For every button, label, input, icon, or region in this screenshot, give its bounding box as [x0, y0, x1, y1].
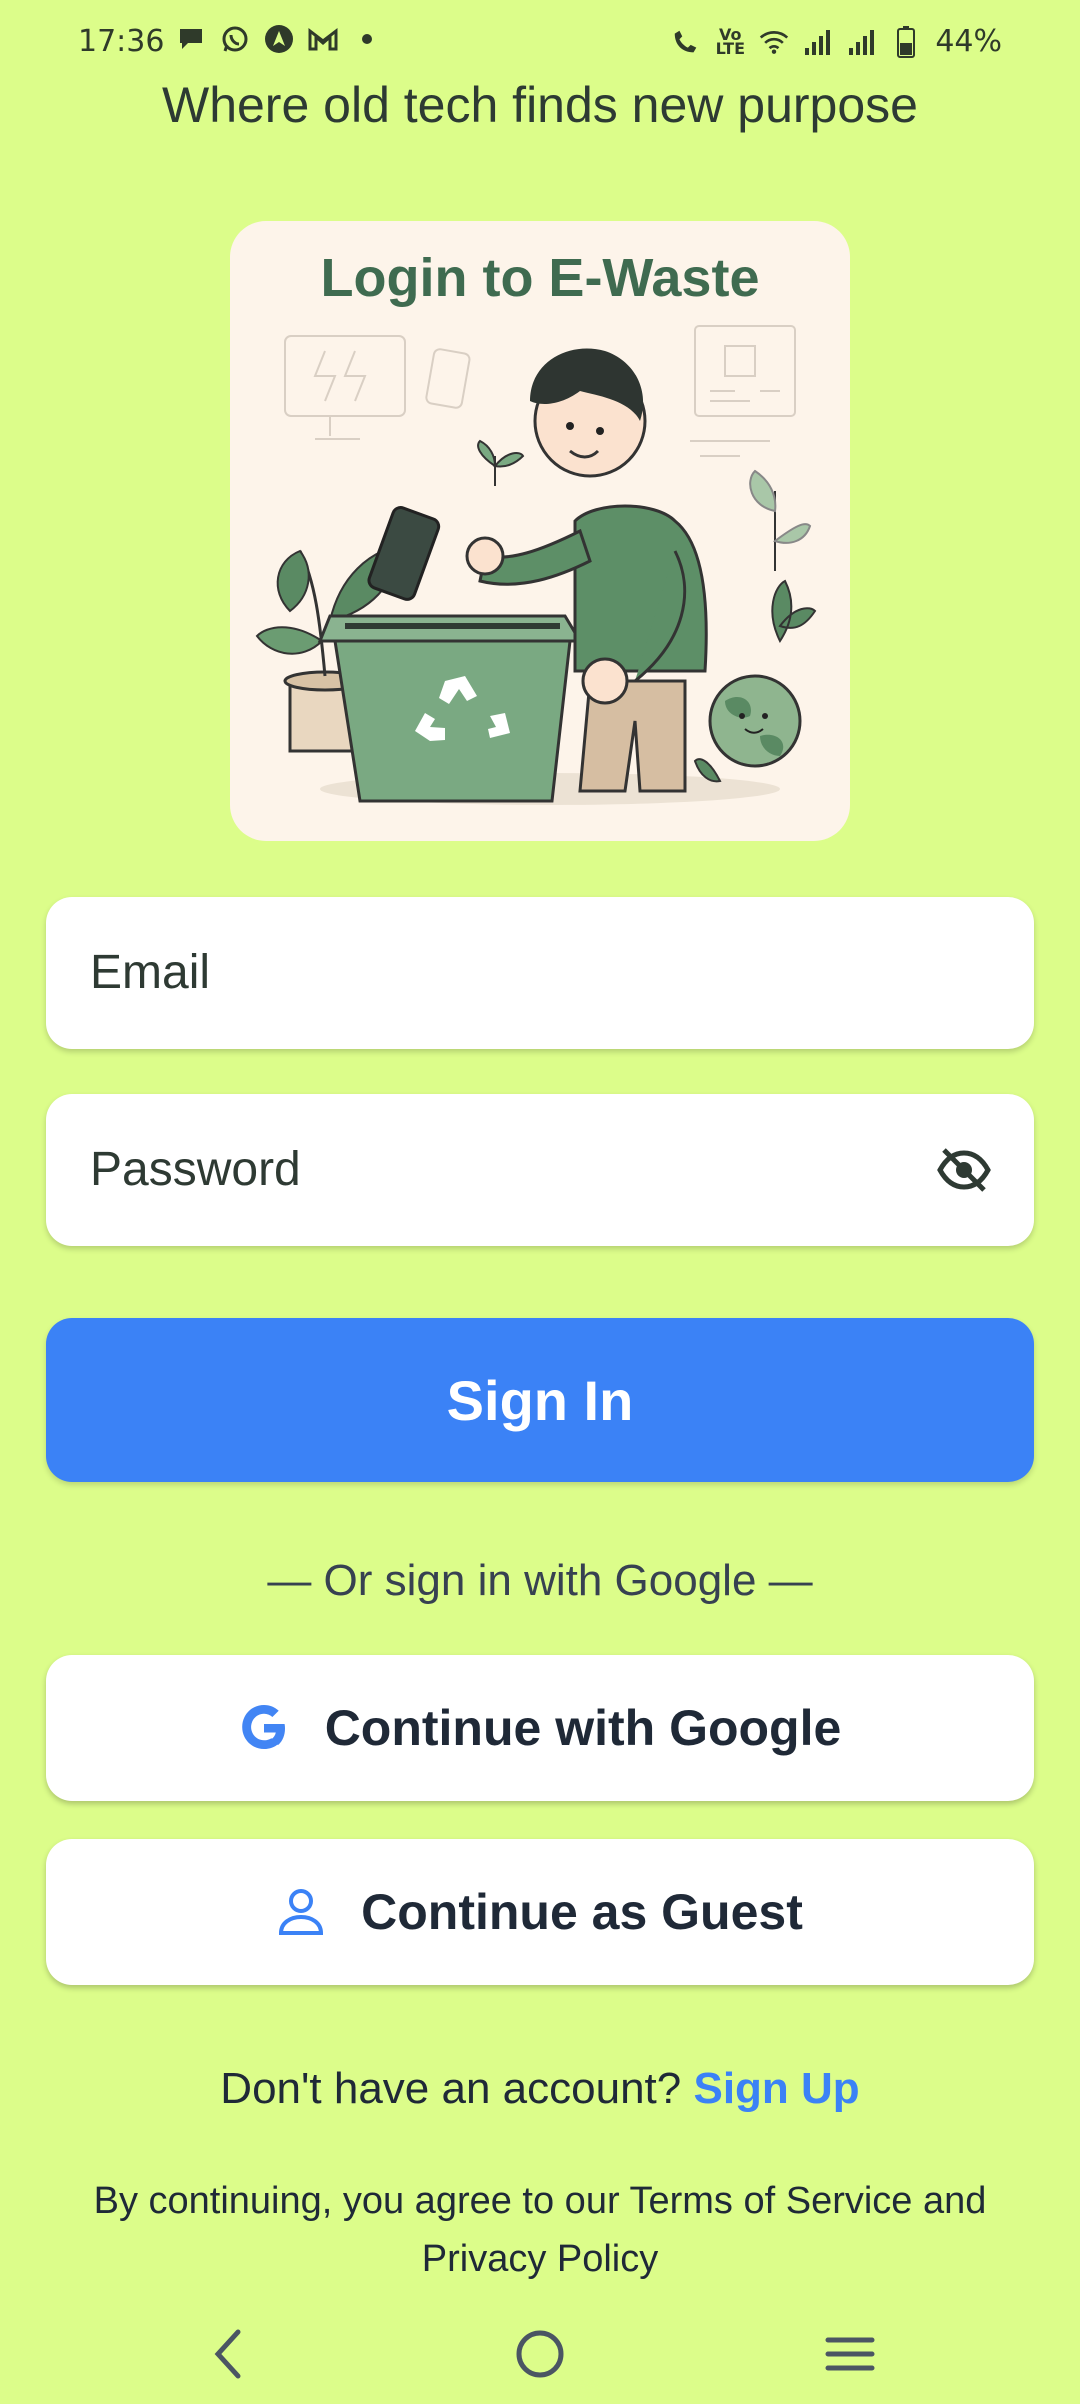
status-bar: 17:36 Vo LTE 44% — [0, 0, 1080, 86]
email-input[interactable] — [90, 897, 910, 1047]
hero-title: Login to E-Waste — [320, 248, 760, 308]
wifi-calling-icon — [671, 27, 701, 57]
sign-in-button[interactable]: Sign In — [46, 1318, 1034, 1482]
google-divider-text: — Or sign in with Google — — [267, 1556, 813, 1605]
tagline: Where old tech finds new purpose — [162, 77, 918, 133]
sign-up-link[interactable]: Sign Up — [693, 2064, 859, 2113]
volte-icon: Vo LTE — [715, 24, 745, 58]
password-input[interactable] — [90, 1094, 910, 1244]
eye-off-icon[interactable] — [936, 1146, 992, 1194]
google-sign-in-button[interactable]: Continue with Google — [46, 1655, 1034, 1801]
recents-icon[interactable] — [820, 2326, 880, 2382]
signup-prompt: Don't have an account? Sign Up — [0, 2064, 1080, 2114]
recycling-illustration — [255, 325, 817, 805]
google-sign-in-label: Continue with Google — [324, 1700, 842, 1756]
user-icon — [277, 1887, 325, 1937]
terms-text: By continuing, you agree to our Terms of… — [0, 2172, 1080, 2288]
signup-prompt-text: Don't have an account? — [220, 2064, 682, 2113]
status-time: 17:36 — [78, 24, 165, 59]
chat-bubble-icon — [176, 24, 206, 54]
system-icons: Vo LTE 44% — [671, 24, 1002, 59]
guest-label: Continue as Guest — [361, 1884, 803, 1940]
battery-percent: 44% — [935, 24, 1002, 59]
hero-illustration: Login to E-Waste — [230, 221, 850, 841]
terms-line-2: Privacy Policy — [421, 2238, 659, 2280]
terms-line-1: By continuing, you agree to our Terms of… — [93, 2180, 987, 2222]
notification-icons — [176, 24, 382, 54]
signal-icon — [847, 27, 877, 57]
home-icon[interactable] — [510, 2326, 570, 2382]
signal-icon — [803, 27, 833, 57]
wifi-icon — [759, 27, 789, 57]
dot-icon — [352, 24, 382, 54]
back-icon[interactable] — [200, 2326, 260, 2382]
battery-icon — [891, 25, 921, 58]
email-field[interactable] — [46, 897, 1034, 1049]
navigation-app-icon — [264, 24, 294, 54]
gmail-icon — [308, 24, 338, 54]
password-field[interactable] — [46, 1094, 1034, 1246]
guest-button[interactable]: Continue as Guest — [46, 1839, 1034, 1985]
whatsapp-icon — [220, 24, 250, 54]
google-icon — [239, 1703, 289, 1753]
system-navigation-bar — [0, 2300, 1080, 2404]
